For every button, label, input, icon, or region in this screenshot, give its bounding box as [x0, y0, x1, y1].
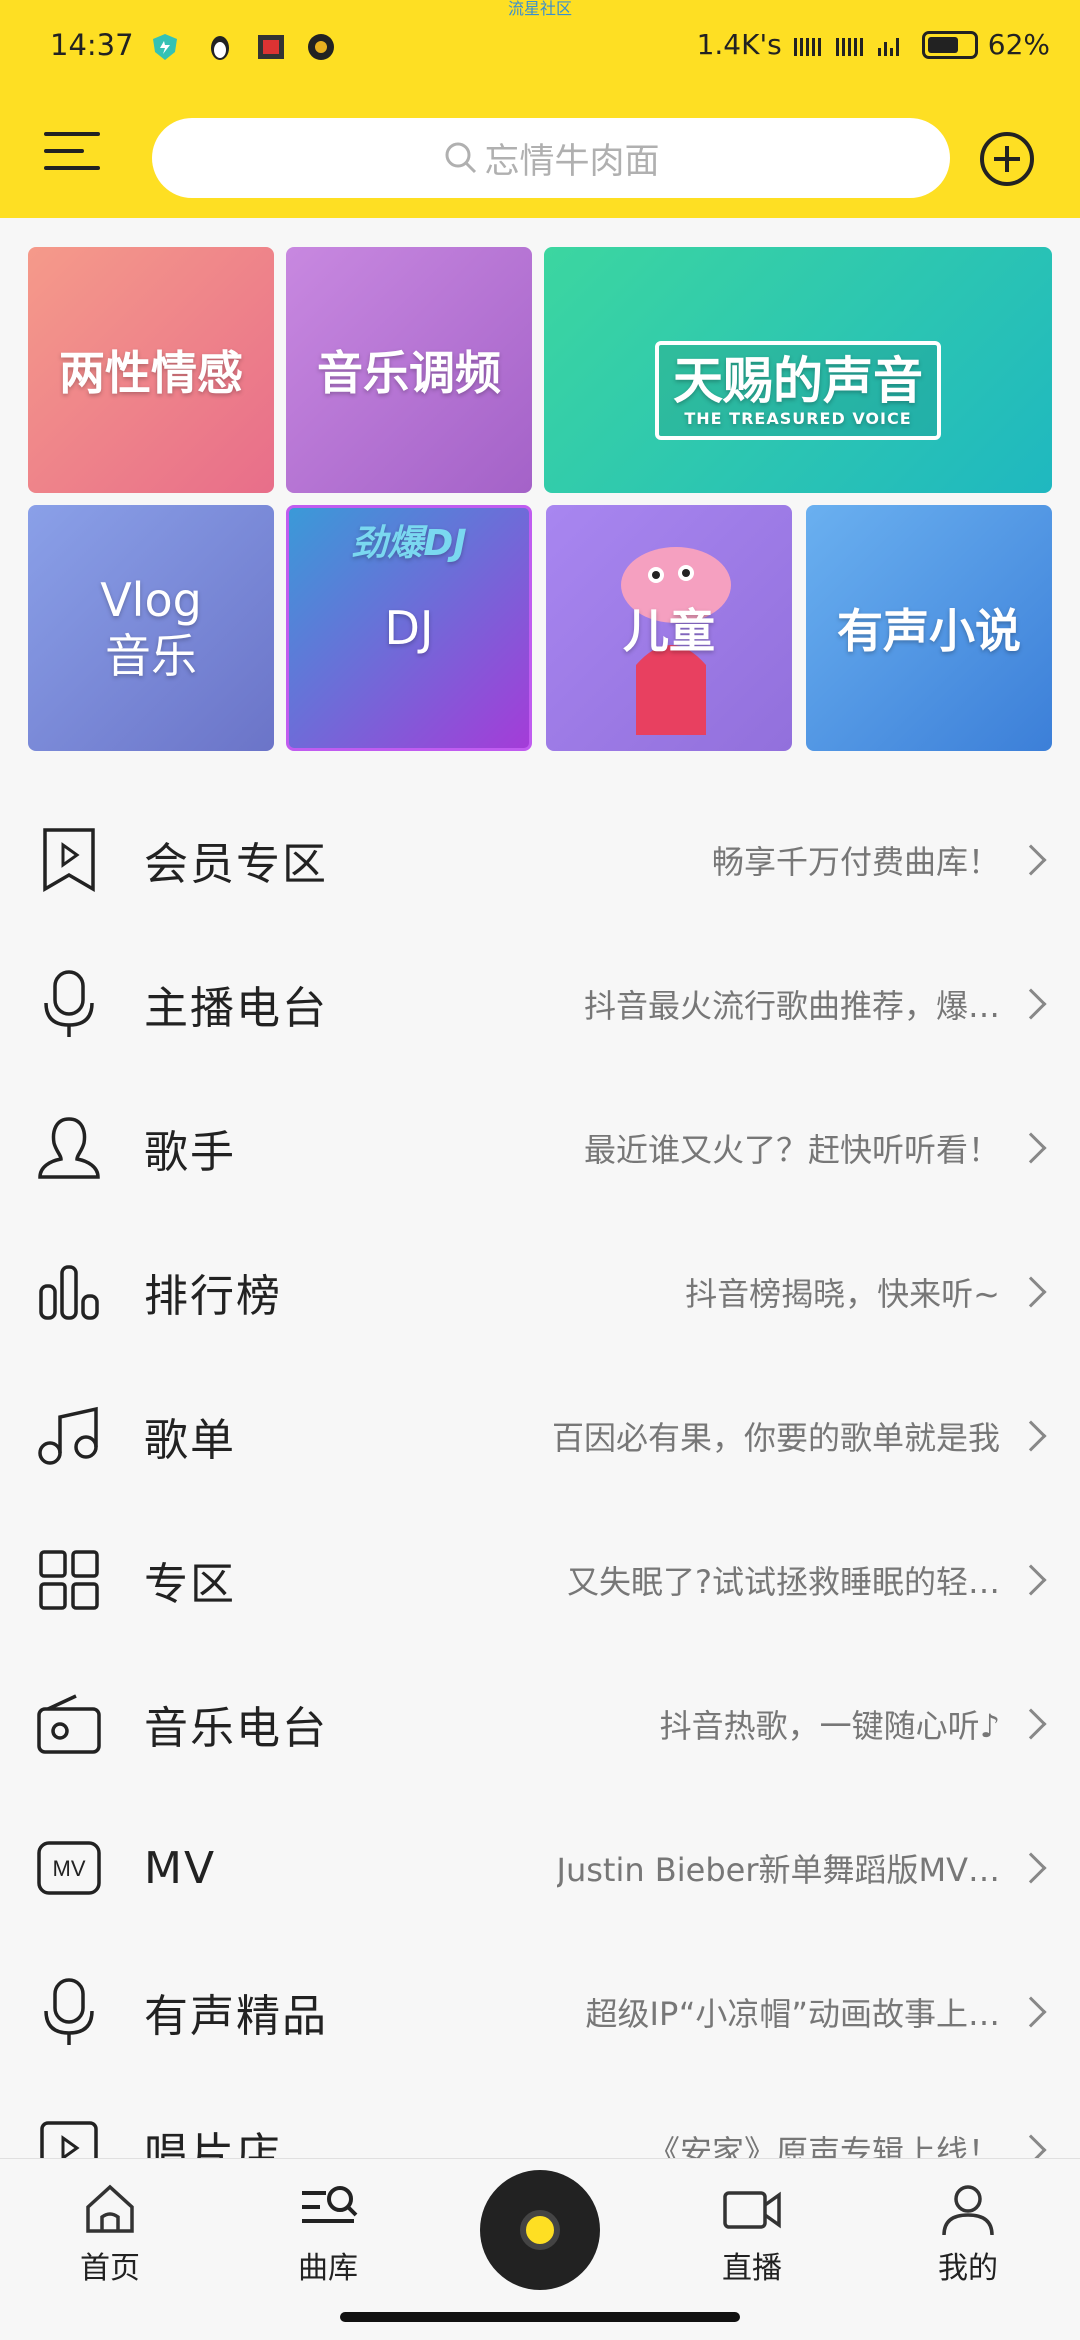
- grid-icon: [34, 1545, 104, 1615]
- tab-home[interactable]: 首页: [40, 2181, 180, 2287]
- chevron-right-icon: [1015, 988, 1047, 1020]
- card-label: 天赐的声音: [673, 351, 923, 410]
- card-label: 音乐调频: [317, 346, 501, 400]
- tab-label: 我的: [938, 2251, 998, 2286]
- list-item-vip[interactable]: 会员专区 畅享千万付费曲库！: [0, 788, 1080, 932]
- card-label: 儿童: [623, 604, 715, 658]
- list-item-desc: 又失眠了?试试拯救睡眠的轻…: [567, 1563, 1000, 1601]
- list-item-title: 主播电台: [144, 983, 328, 1034]
- card-label: DJ: [384, 601, 434, 655]
- card-treasured-voice[interactable]: 天赐的声音 THE TREASURED VOICE: [544, 247, 1052, 493]
- list-item-desc: 最近谁又火了？赶快听听看！: [583, 1131, 1000, 1169]
- search-input[interactable]: 忘情牛肉面: [152, 118, 950, 198]
- radio-icon: [34, 1689, 104, 1759]
- library-search-icon: [302, 2186, 358, 2223]
- tab-library[interactable]: 曲库: [258, 2181, 398, 2287]
- chevron-right-icon: [1015, 1276, 1047, 1308]
- card-label: 两性情感: [59, 346, 243, 400]
- list-item-desc: 超级IP“小凉帽”动画故事上…: [585, 1995, 1001, 2033]
- card-dj[interactable]: 劲爆DJ DJ: [286, 505, 532, 751]
- chevron-right-icon: [1015, 1564, 1047, 1596]
- top-bar: 流星社区 14:37 1.4K's 62% 忘情牛肉面: [0, 0, 1080, 218]
- card-banner: 劲爆DJ: [351, 523, 467, 564]
- list-item-audio-premium[interactable]: 有声精品 超级IP“小凉帽”动画故事上…: [0, 1940, 1080, 2084]
- search-placeholder: 忘情牛肉面: [484, 141, 660, 182]
- signal-icon: [793, 37, 899, 56]
- list-item-desc: 畅享千万付费曲库！: [711, 843, 1000, 881]
- battery-level: 62%: [987, 28, 1050, 61]
- home-icon: [86, 2184, 134, 2233]
- chevron-right-icon: [1015, 1420, 1047, 1452]
- tab-label: 直播: [722, 2251, 782, 2286]
- record-icon: [308, 34, 334, 60]
- bar-chart-icon: [34, 1257, 104, 1327]
- card-relationship[interactable]: 两性情感: [28, 247, 274, 493]
- list-item-desc: 百因必有果，你要的歌单就是我: [551, 1419, 1000, 1457]
- card-label: 有声小说: [837, 604, 1021, 658]
- card-music-fm[interactable]: 音乐调频: [286, 247, 532, 493]
- tab-label: 曲库: [298, 2251, 358, 2286]
- list-item-mv[interactable]: MV MV Justin Bieber新单舞蹈版MV…: [0, 1796, 1080, 1940]
- chevron-right-icon: [1015, 844, 1047, 876]
- list-item-title: 歌手: [144, 1127, 236, 1178]
- search-icon: [445, 142, 477, 174]
- music-note-icon: [34, 1401, 104, 1471]
- card-sub: THE TREASURED VOICE: [684, 408, 912, 428]
- vinyl-disc-icon[interactable]: [480, 2170, 600, 2290]
- battery-icon: [921, 30, 978, 59]
- video-camera-icon: [723, 2191, 781, 2229]
- mv-icon: MV: [34, 1833, 104, 1903]
- list-item-title: 会员专区: [144, 839, 328, 890]
- status-right: 1.4K's 62%: [697, 28, 1050, 61]
- shield-icon: [153, 34, 177, 60]
- chevron-right-icon: [1015, 1996, 1047, 2028]
- status-time: 14:37: [50, 28, 134, 62]
- watermark: 流星社区: [507, 0, 572, 18]
- svg-text:MV: MV: [53, 1856, 86, 1881]
- network-speed: 1.4K's: [696, 28, 782, 61]
- chevron-right-icon: [1015, 1708, 1047, 1740]
- plus-circle-icon[interactable]: [978, 130, 1036, 188]
- menu-icon[interactable]: [44, 132, 100, 182]
- tab-live[interactable]: 直播: [682, 2181, 822, 2287]
- card-audiobook[interactable]: 有声小说: [806, 505, 1052, 751]
- microphone-icon: [34, 969, 104, 1039]
- penguin-icon: [211, 36, 229, 60]
- list-item-music-radio[interactable]: 音乐电台 抖音热歌，一键随心听♪: [0, 1652, 1080, 1796]
- list-item-desc: 抖音榜揭晓，快来听~: [685, 1275, 1000, 1313]
- chevron-right-icon: [1015, 1852, 1047, 1884]
- list-item-chart[interactable]: 排行榜 抖音榜揭晓，快来听~: [0, 1220, 1080, 1364]
- home-indicator[interactable]: [340, 2312, 740, 2322]
- list-item-desc: Justin Bieber新单舞蹈版MV…: [556, 1851, 1000, 1889]
- person-icon: [34, 1113, 104, 1183]
- status-bar: 14:37 1.4K's 62%: [0, 22, 1080, 72]
- tab-label: 首页: [80, 2251, 140, 2286]
- list-item-anchor-radio[interactable]: 主播电台 抖音最火流行歌曲推荐，爆…: [0, 932, 1080, 1076]
- bookmark-play-icon: [34, 825, 104, 895]
- list-item-title: 排行榜: [144, 1271, 282, 1322]
- list-item-title: MV: [144, 1842, 217, 1894]
- list-item-title: 歌单: [144, 1415, 236, 1466]
- user-icon: [942, 2185, 994, 2236]
- app-icon: [258, 35, 284, 59]
- list-item-desc: 抖音最火流行歌曲推荐，爆…: [583, 987, 1000, 1025]
- list-item-playlist[interactable]: 歌单 百因必有果，你要的歌单就是我: [0, 1364, 1080, 1508]
- microphone-icon: [34, 1977, 104, 2047]
- list-item-title: 专区: [144, 1559, 236, 1610]
- card-vlog-music[interactable]: Vlog 音乐: [28, 505, 274, 751]
- tab-mine[interactable]: 我的: [898, 2181, 1038, 2287]
- list-item-title: 有声精品: [144, 1991, 328, 2042]
- list-item-title: 音乐电台: [144, 1703, 328, 1754]
- list-item-zone[interactable]: 专区 又失眠了?试试拯救睡眠的轻…: [0, 1508, 1080, 1652]
- chevron-right-icon: [1015, 1132, 1047, 1164]
- card-label: Vlog 音乐: [100, 573, 202, 683]
- list-item-singer[interactable]: 歌手 最近谁又火了？赶快听听看！: [0, 1076, 1080, 1220]
- card-children[interactable]: 儿童: [546, 505, 792, 751]
- category-cards: 两性情感 音乐调频 天赐的声音 THE TREASURED VOICE Vlog…: [28, 247, 1052, 752]
- list-item-desc: 抖音热歌，一键随心听♪: [659, 1707, 1000, 1745]
